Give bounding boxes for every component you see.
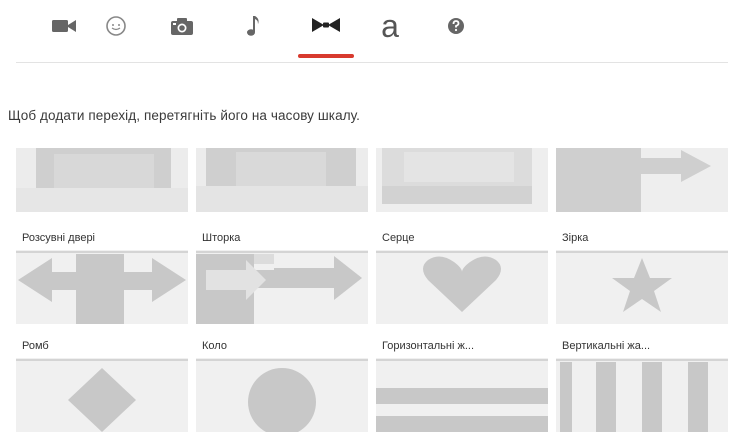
transition-tile-partial[interactable] (376, 148, 548, 212)
transition-tile-wipe[interactable]: Шторка (196, 228, 368, 324)
transitions-bowtie-icon (312, 18, 340, 32)
transition-tile-star[interactable]: Зірка (556, 228, 728, 324)
tab-photos[interactable] (162, 6, 202, 46)
transition-tile-partial[interactable] (556, 148, 728, 212)
transition-tile-diamond[interactable]: Ромб (16, 336, 188, 432)
tab-stickers[interactable] (96, 6, 136, 46)
music-note-icon (247, 16, 259, 36)
toolbar-divider (16, 62, 728, 63)
text-icon: a (381, 8, 399, 44)
circle-preview (196, 358, 368, 432)
transition-label: Ромб (22, 340, 49, 352)
sliding-doors-preview (16, 250, 188, 324)
transition-tile-heart[interactable]: Серце (376, 228, 548, 324)
heart-preview (376, 250, 548, 324)
drag-instruction-text: Щоб додати перехід, перетягніть його на … (8, 108, 361, 123)
transition-preview (196, 148, 368, 212)
transition-tile-sliding-doors[interactable]: Розсувні двері (16, 228, 188, 324)
transition-tile-partial[interactable] (196, 148, 368, 212)
tab-text[interactable]: a (370, 6, 410, 46)
transition-label: Шторка (202, 232, 241, 244)
transition-label: Вертикальні жа... (562, 340, 651, 352)
transition-label: Розсувні двері (22, 232, 96, 244)
emoji-icon (106, 16, 126, 36)
transition-label: Зірка (562, 232, 589, 244)
transition-label: Серце (382, 232, 415, 244)
active-tab-indicator (298, 54, 354, 58)
tab-video[interactable] (44, 6, 84, 46)
star-preview (556, 250, 728, 324)
camera-icon (171, 18, 193, 35)
help-icon (448, 18, 464, 34)
transition-preview (556, 148, 728, 212)
horizontal-blinds-preview (376, 358, 548, 432)
transition-tile-vertical-blinds[interactable]: Вертикальні жа... (556, 336, 728, 432)
transition-tile-partial[interactable] (16, 148, 188, 212)
vertical-blinds-preview (556, 358, 728, 432)
transitions-grid: Розсувні двері Шторка Серце Зірка Ромб К… (16, 148, 728, 438)
transition-preview (16, 148, 188, 212)
transition-label: Горизонтальні ж... (382, 340, 474, 352)
diamond-preview (16, 358, 188, 432)
transition-label: Коло (202, 340, 227, 352)
tab-help[interactable] (436, 6, 476, 46)
media-tabs-bar: a (0, 0, 742, 62)
wipe-preview (196, 250, 368, 324)
transition-tile-circle[interactable]: Коло (196, 336, 368, 432)
transition-tile-horizontal-blinds[interactable]: Горизонтальні ж... (376, 336, 548, 432)
tab-audio[interactable] (232, 6, 272, 46)
video-camera-icon (52, 20, 76, 32)
tab-transitions[interactable] (306, 6, 346, 46)
transition-preview (376, 148, 548, 212)
